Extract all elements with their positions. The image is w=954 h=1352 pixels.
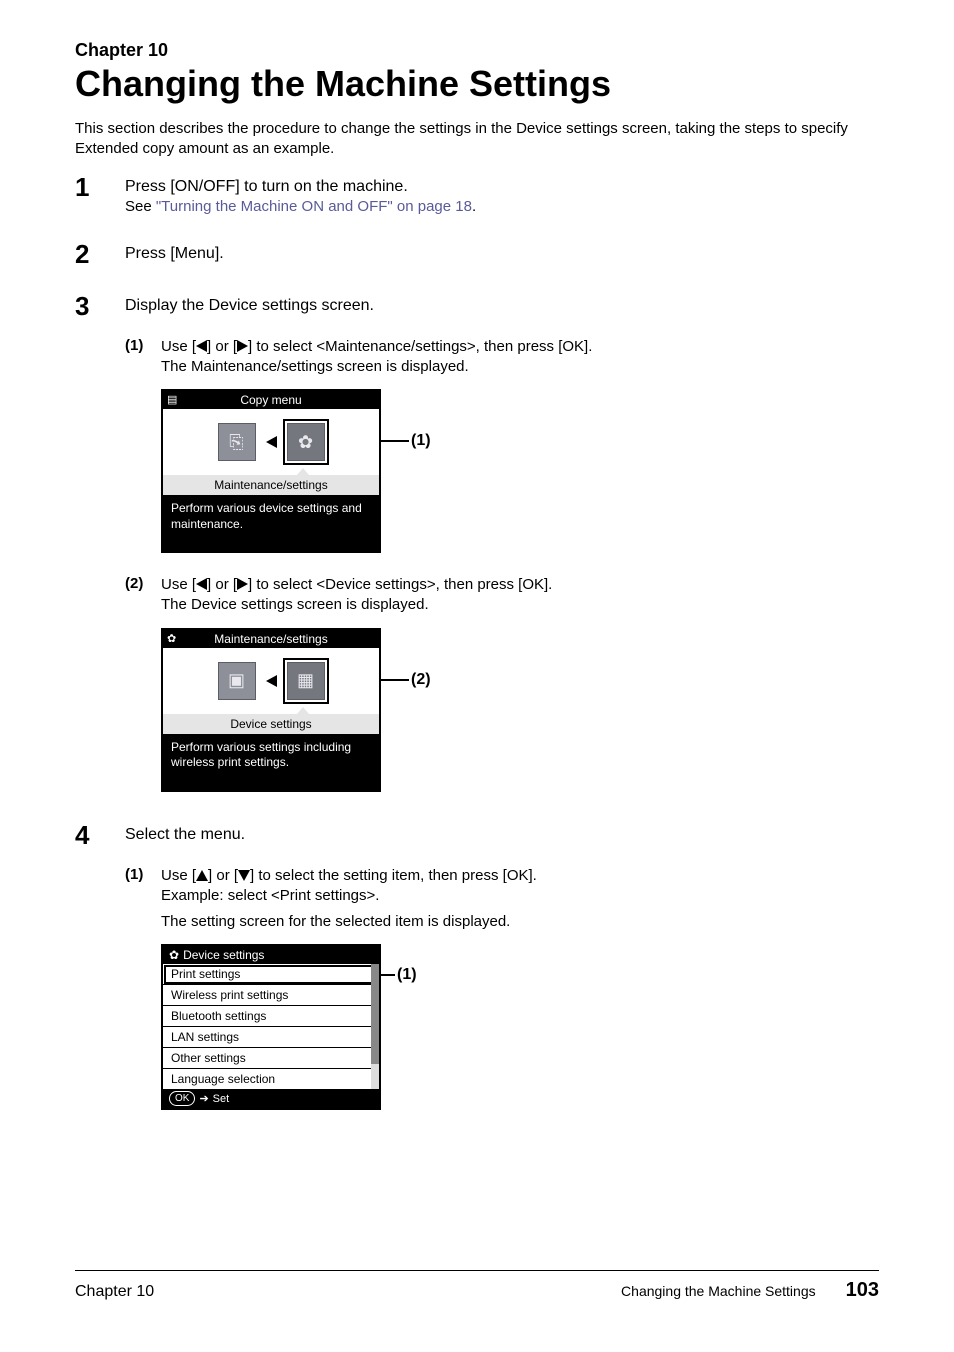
maintenance-settings-icon: ✿ [287,423,325,461]
up-arrow-icon [196,870,208,881]
substep-text: ] to select the setting item, then press… [250,867,537,884]
substep-number: (1) [125,866,161,933]
lcd-header-text: Maintenance/settings [214,632,327,646]
left-arrow-icon [266,675,277,687]
substep-number: (1) [125,337,161,378]
lcd-icon-row: ▣ ▦ [163,648,379,714]
list-item: Bluetooth settings [163,1006,379,1027]
substep-text-line2: The Maintenance/settings screen is displ… [161,357,879,377]
tools-icon: ✿ [167,632,176,645]
callout-line [381,974,395,976]
substep-text: ] or [ [207,338,237,355]
callout-label: (1) [411,432,431,450]
list-item: LAN settings [163,1027,379,1048]
substep-text: ] to select <Maintenance/settings>, then… [248,338,592,355]
chapter-title: Changing the Machine Settings [75,63,879,105]
step-2-title: Press [Menu]. [125,245,879,263]
step-1: 1 Press [ON/OFF] to turn on the machine.… [75,174,879,215]
substep-text-line3: The setting screen for the selected item… [161,912,879,932]
lcd-header: ✿ Maintenance/settings [163,630,379,648]
see-suffix: . [472,198,476,215]
step-3-title: Display the Device settings screen. [125,297,879,315]
step-3: 3 Display the Device settings screen. [75,293,879,319]
substep-text: Use [ [161,338,196,355]
right-arrow-icon [237,340,248,352]
footer-chapter: Chapter 10 [75,1283,154,1301]
substep-text: ] or [ [208,867,238,884]
substep-text-line2: The Device settings screen is displayed. [161,595,879,615]
lcd-selection-label: Maintenance/settings [163,475,379,495]
cross-reference-link[interactable]: "Turning the Machine ON and OFF" on page… [156,198,472,215]
step-number: 3 [75,293,125,319]
left-arrow-icon [196,578,207,590]
step-4: 4 Select the menu. [75,822,879,848]
chapter-label: Chapter 10 [75,40,879,61]
lcd-selection-label: Device settings [163,714,379,734]
intro-paragraph: This section describes the procedure to … [75,119,879,160]
step-3-substep-2: (2) Use [ ] or [ ] to select <Device setti… [125,575,879,616]
list-item: Print settings [163,964,379,985]
lcd-description: Perform various settings including wirel… [163,734,379,790]
callout-label: (2) [411,671,431,689]
substep-number: (2) [125,575,161,616]
step-number: 4 [75,822,125,848]
step-1-see-line: See "Turning the Machine ON and OFF" on … [125,198,879,215]
lcd-description: Perform various device settings and main… [163,495,379,551]
left-arrow-icon [196,340,207,352]
step-4-title: Select the menu. [125,826,879,844]
callout-line [381,440,409,442]
substep-text: Use [ [161,576,196,593]
arrow-right-icon: ➔ [199,1092,208,1105]
device-settings-icon: ▦ [287,662,325,700]
tools-icon: ✿ [169,948,179,962]
lcd-header-text: Device settings [183,948,264,962]
lcd-screenshot-2: ✿ Maintenance/settings ▣ ▦ Device settin… [161,628,879,792]
list-item: Other settings [163,1048,379,1069]
lcd-list-footer: OK ➔ Set [163,1089,379,1108]
substep-text: ] or [ [207,576,237,593]
lcd-screenshot-1: ▤ Copy menu ⎘ ✿ Maintenance/settings Per… [161,389,879,553]
menu-icon-prev: ▣ [218,662,256,700]
ok-pill: OK [169,1091,195,1106]
footer-set-text: Set [213,1093,230,1105]
right-arrow-icon [237,578,248,590]
substep-text: ] to select <Device settings>, then pres… [248,576,552,593]
lcd-icon-row: ⎘ ✿ [163,409,379,475]
substep-text: Use [ [161,867,196,884]
list-item: Language selection [163,1069,379,1089]
page-number: 103 [846,1279,879,1302]
step-1-title: Press [ON/OFF] to turn on the machine. [125,178,879,196]
menu-icon-prev: ⎘ [218,423,256,461]
step-number: 2 [75,241,125,267]
step-number: 1 [75,174,125,200]
left-arrow-icon [266,436,277,448]
copy-menu-icon: ▤ [167,393,177,406]
page-footer: Chapter 10 Changing the Machine Settings… [75,1271,879,1302]
lcd-list-header: ✿ Device settings [163,946,379,964]
scrollbar-thumb [371,964,379,1064]
footer-section-title: Changing the Machine Settings [621,1283,816,1299]
callout-line [381,679,409,681]
lcd-screenshot-3: ✿ Device settings Print settings Wireles… [161,944,879,1110]
substep-text-line2: Example: select <Print settings>. [161,886,879,906]
see-prefix: See [125,198,156,215]
lcd-list-body: Print settings Wireless print settings B… [163,964,379,1089]
lcd-header: ▤ Copy menu [163,391,379,409]
down-arrow-icon [238,870,250,881]
lcd-header-text: Copy menu [240,393,301,407]
scrollbar [371,964,379,1089]
manual-page: Chapter 10 Changing the Machine Settings… [0,0,954,1352]
list-item: Wireless print settings [163,985,379,1006]
step-4-substep-1: (1) Use [ ] or [ ] to select the setting i… [125,866,879,933]
step-2: 2 Press [Menu]. [75,241,879,267]
callout-label: (1) [397,966,417,984]
step-3-substep-1: (1) Use [ ] or [ ] to select <Maintenance/… [125,337,879,378]
